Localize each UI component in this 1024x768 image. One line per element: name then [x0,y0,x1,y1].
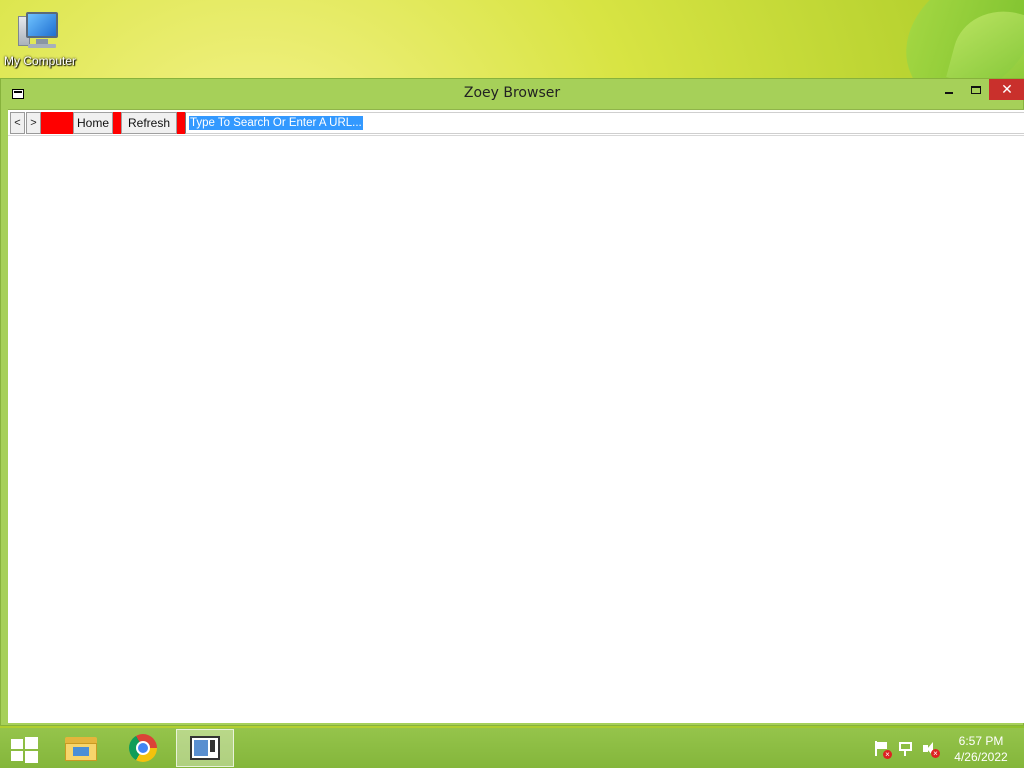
refresh-button[interactable]: Refresh [121,112,177,134]
taskbar-app-file-explorer[interactable] [52,729,110,767]
desktop-icon-my-computer[interactable]: My Computer [2,8,78,68]
browser-window: Zoey Browser ✕ < > Home Refresh Type To … [0,78,1024,726]
browser-content-area[interactable]: < > Home Refresh Type To Search Or Enter… [8,109,1024,723]
clock-date: 4/26/2022 [954,750,1008,764]
desktop-icon-label: My Computer [3,54,77,68]
clock-time: 6:57 PM [958,734,1004,748]
maximize-button[interactable] [965,79,987,100]
red-spacer [113,112,121,134]
start-button[interactable] [11,737,38,763]
taskbar-app-zoey-browser[interactable] [176,729,234,767]
minimize-button[interactable] [938,79,960,100]
taskbar: × × 6:57 PM 4/26/2022 [0,728,1024,768]
taskbar-app-chrome[interactable] [114,729,172,767]
browser-toolbar: < > Home Refresh Type To Search Or Enter… [8,110,1024,136]
home-button[interactable]: Home [73,112,113,134]
title-bar[interactable]: Zoey Browser ✕ [1,79,1024,109]
app-window-icon [190,736,220,760]
folder-icon [65,735,97,761]
volume-muted-icon[interactable]: × [922,741,940,758]
close-icon: ✕ [1001,81,1013,98]
action-center-flag-icon[interactable]: × [874,741,892,759]
minimize-icon [945,91,953,94]
url-input-text: Type To Search Or Enter A URL... [189,116,363,130]
close-button[interactable]: ✕ [989,79,1024,100]
red-spacer [177,112,185,134]
chrome-icon [129,734,157,762]
network-icon[interactable] [898,741,914,757]
taskbar-clock[interactable]: 6:57 PM 4/26/2022 [946,733,1016,765]
forward-button[interactable]: > [26,112,41,134]
computer-icon [16,8,64,54]
maximize-icon [971,85,981,94]
back-button[interactable]: < [10,112,25,134]
red-spacer [41,112,73,134]
window-title: Zoey Browser [463,85,561,101]
url-input[interactable]: Type To Search Or Enter A URL... [185,112,1024,134]
